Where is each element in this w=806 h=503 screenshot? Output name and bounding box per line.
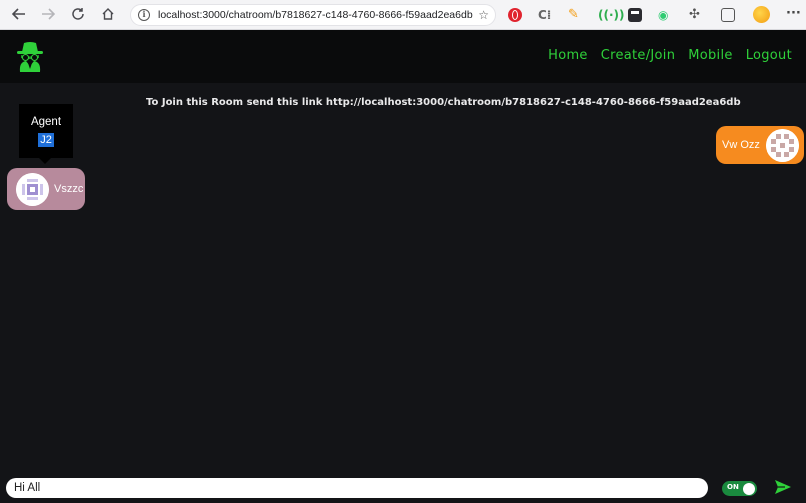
toggle-label: ON (727, 483, 739, 491)
nav-links: Home Create/Join Mobile Logout (548, 48, 792, 63)
send-arrow-icon[interactable] (774, 478, 792, 496)
tooltip-title: Agent (30, 116, 62, 128)
more-menu-icon[interactable]: ··· (786, 7, 801, 22)
reader-extension-icon[interactable]: C⁞ (538, 8, 552, 22)
address-text: localhost:3000/chatroom/b7818627-c148-47… (158, 9, 473, 21)
back-arrow-icon[interactable] (9, 5, 29, 25)
forward-arrow-icon[interactable] (38, 5, 58, 25)
app-navbar: Home Create/Join Mobile Logout (0, 30, 806, 83)
self-identicon-icon (765, 128, 799, 162)
mode-toggle[interactable]: ON (722, 481, 757, 496)
other-user-avatar (16, 172, 49, 206)
eye-extension-icon[interactable]: ◉ (658, 8, 672, 22)
extensions-puzzle-icon[interactable]: ✣ (689, 8, 703, 22)
store-extension-icon[interactable] (628, 8, 642, 22)
site-info-icon[interactable]: i (138, 9, 150, 21)
other-identicon-icon (16, 172, 49, 206)
feather-extension-icon[interactable]: ✎ (568, 8, 582, 22)
other-user-name: Vszzc (54, 183, 84, 195)
opera-extension-icon[interactable] (508, 8, 522, 22)
message-input[interactable] (6, 478, 708, 498)
browser-toolbar: i localhost:3000/chatroom/b7818627-c148-… (0, 0, 806, 30)
self-user-avatar (765, 128, 799, 162)
broadcast-extension-icon[interactable]: ((·)) (598, 8, 625, 22)
other-user-bubble[interactable]: Vszzc (7, 168, 85, 210)
profile-avatar-icon[interactable] (753, 6, 770, 23)
nav-link-create-join[interactable]: Create/Join (601, 48, 676, 63)
self-user-name: Vw Ozz (722, 139, 760, 151)
nav-link-home[interactable]: Home (548, 48, 588, 63)
agent-tooltip: Agent J2 (19, 104, 73, 164)
toggle-knob (743, 482, 755, 495)
tooltip-agent-id: J2 (38, 133, 54, 147)
favorite-star-icon[interactable]: ☆ (478, 8, 489, 22)
collections-icon[interactable] (721, 8, 735, 22)
self-user-bubble[interactable]: Vw Ozz (716, 126, 804, 164)
address-bar[interactable]: i localhost:3000/chatroom/b7818627-c148-… (130, 4, 496, 26)
room-join-message: To Join this Room send this link http://… (146, 97, 741, 108)
refresh-icon[interactable] (68, 5, 88, 25)
spy-logo-icon[interactable] (13, 39, 47, 73)
home-icon[interactable] (98, 5, 118, 25)
nav-link-logout[interactable]: Logout (746, 48, 792, 63)
nav-link-mobile[interactable]: Mobile (688, 48, 732, 63)
